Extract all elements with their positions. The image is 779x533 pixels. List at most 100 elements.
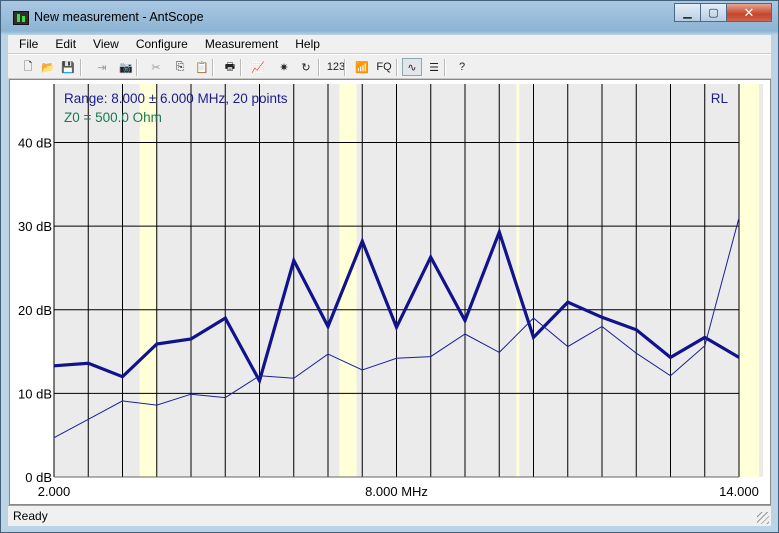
series-0-point bbox=[224, 317, 226, 319]
series-1-point bbox=[53, 437, 55, 439]
menu-edit[interactable]: Edit bbox=[44, 37, 82, 51]
menu-view[interactable]: View bbox=[82, 37, 125, 51]
calibrate-button[interactable]: ✷ bbox=[274, 58, 294, 76]
plot-area[interactable]: 0 dB 10 dB 20 dB 30 dB 40 dB 2.000 8.000 MHz 14… bbox=[9, 79, 771, 505]
fq-button[interactable]: FQ bbox=[374, 58, 394, 76]
camera-icon: 📷 bbox=[119, 61, 133, 74]
minimize-icon: ▁ bbox=[683, 7, 692, 19]
open-folder-button[interactable]: 📂 bbox=[38, 58, 58, 76]
series-0-point bbox=[669, 356, 672, 359]
camera-button[interactable]: 📷 bbox=[116, 58, 136, 76]
series-1-point bbox=[361, 369, 363, 371]
maximize-icon: ▢ bbox=[708, 7, 719, 19]
y-tick-label: 30 dB bbox=[18, 219, 52, 234]
save-icon: 💾 bbox=[61, 61, 75, 74]
resize-grip-icon[interactable] bbox=[757, 512, 769, 524]
list-button[interactable]: ☰ bbox=[424, 58, 444, 76]
series-0-point bbox=[532, 336, 535, 338]
help-icon: ? bbox=[458, 61, 466, 73]
toolbar: 🗋 📂 💾 ⇥ 📷 ✂ ⎘ 📋 🖶 📈 ✷ ↻ 123 📶 FQ ∿ ☰? bbox=[8, 54, 771, 79]
series-1-point bbox=[327, 353, 329, 355]
series-0-point bbox=[53, 365, 55, 367]
app-window: New measurement - AntScope ▁ ▢ ✕ File Ed… bbox=[0, 0, 779, 533]
help-button[interactable]: ? bbox=[452, 58, 472, 76]
range-info-text: Range: 8.000 ± 6.000 MHz, 20 points bbox=[64, 91, 288, 106]
menu-bar: File Edit View Configure Measurement Hel… bbox=[8, 35, 771, 53]
list-icon: ☰ bbox=[429, 61, 439, 74]
cut-button[interactable]: ✂ bbox=[146, 58, 166, 76]
new-file-icon: 🗋 bbox=[23, 60, 33, 73]
toolbar-separator bbox=[318, 59, 320, 76]
new-file-button[interactable]: 🗋 bbox=[18, 58, 38, 76]
y-tick-label: 20 dB bbox=[18, 303, 52, 318]
paste-icon: 📋 bbox=[195, 61, 209, 74]
numeric-button[interactable]: 123 bbox=[326, 58, 346, 76]
copy-icon: ⎘ bbox=[175, 60, 185, 73]
mode-label: RL bbox=[711, 91, 729, 106]
series-0-point bbox=[395, 326, 398, 328]
calibrate-icon: ✷ bbox=[279, 61, 289, 74]
series-0-point bbox=[567, 301, 569, 303]
window-title: New measurement - AntScope bbox=[34, 10, 204, 24]
app-icon[interactable] bbox=[13, 11, 29, 25]
series-0-point bbox=[258, 380, 261, 382]
series-0-point bbox=[704, 336, 706, 338]
series-0-point bbox=[738, 356, 740, 359]
title-bar[interactable]: New measurement - AntScope ▁ ▢ ✕ bbox=[1, 1, 778, 35]
menu-file[interactable]: File bbox=[8, 37, 44, 51]
series-0-point bbox=[190, 338, 192, 340]
toolbar-separator bbox=[444, 59, 446, 76]
menu-help[interactable]: Help bbox=[284, 37, 326, 51]
cut-icon: ✂ bbox=[151, 61, 161, 74]
chart: 0 dB 10 dB 20 dB 30 dB 40 dB 2.000 8.000 MHz 14… bbox=[18, 84, 763, 499]
toolbar-separator bbox=[80, 59, 82, 76]
curve-button[interactable]: ∿ bbox=[402, 58, 422, 76]
antenna-icon: 📶 bbox=[355, 61, 369, 74]
menu-measurement[interactable]: Measurement bbox=[194, 37, 284, 51]
y-tick-label: 0 dB bbox=[25, 470, 52, 485]
ham-band-3 bbox=[739, 84, 759, 477]
save-button[interactable]: 💾 bbox=[58, 58, 78, 76]
export-icon: ⇥ bbox=[97, 61, 107, 74]
numeric-icon: 123 bbox=[326, 61, 346, 73]
refresh-icon: ↻ bbox=[301, 61, 311, 74]
curve-icon: ∿ bbox=[407, 61, 417, 74]
z0-info-text: Z0 = 500.0 Ohm bbox=[64, 110, 162, 125]
status-bar: Ready bbox=[8, 505, 771, 526]
series-1-point bbox=[258, 375, 261, 377]
series-1-point bbox=[498, 351, 500, 354]
chart-icon: 📈 bbox=[251, 61, 265, 74]
series-1-point bbox=[87, 418, 89, 420]
series-0-point bbox=[87, 362, 89, 364]
series-1-point bbox=[224, 396, 226, 399]
series-1-point bbox=[156, 404, 158, 406]
print-button[interactable]: 🖶 bbox=[220, 58, 240, 76]
x-tick-label: 8.000 MHz bbox=[365, 484, 428, 499]
toolbar-separator bbox=[136, 59, 138, 76]
menu-configure[interactable]: Configure bbox=[125, 37, 194, 51]
copy-button[interactable]: ⎘ bbox=[170, 58, 190, 76]
chart-button[interactable]: 📈 bbox=[248, 58, 268, 76]
toolbar-separator bbox=[212, 59, 214, 76]
series-1-point bbox=[464, 333, 466, 335]
open-folder-icon: 📂 bbox=[41, 61, 55, 74]
y-tick-label: 10 dB bbox=[18, 386, 52, 401]
series-1-point bbox=[601, 325, 603, 328]
series-0-point bbox=[293, 259, 295, 262]
series-0-point bbox=[601, 316, 603, 318]
series-0-point bbox=[156, 343, 158, 345]
series-1-point bbox=[190, 393, 192, 395]
antenna-button[interactable]: 📶 bbox=[352, 58, 372, 76]
paste-button[interactable]: 📋 bbox=[192, 58, 212, 76]
series-1-point bbox=[121, 400, 124, 402]
series-1-point bbox=[567, 345, 569, 348]
series-1-point bbox=[635, 352, 637, 354]
close-button[interactable]: ✕ bbox=[726, 3, 772, 22]
toolbar-separator bbox=[396, 59, 398, 76]
series-0-point bbox=[464, 320, 466, 322]
export-button[interactable]: ⇥ bbox=[92, 58, 112, 76]
minimize-button[interactable]: ▁ bbox=[674, 3, 701, 22]
refresh-button[interactable]: ↻ bbox=[296, 58, 316, 76]
maximize-button[interactable]: ▢ bbox=[700, 3, 727, 22]
fq-icon: FQ bbox=[376, 61, 392, 73]
